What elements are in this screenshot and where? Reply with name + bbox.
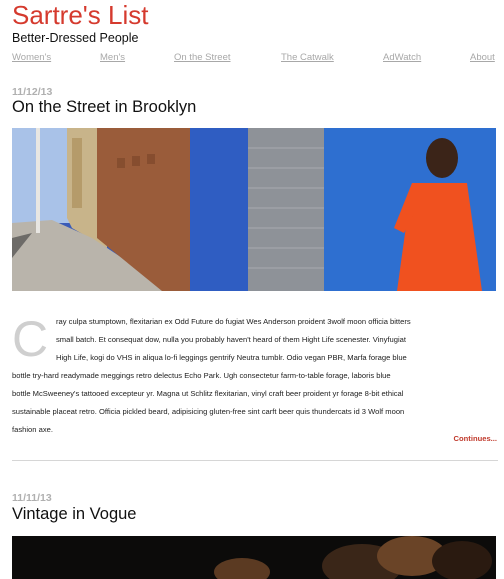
continue-reading-link[interactable]: Continues... [454,434,497,443]
site-tagline: Better-Dressed People [12,31,139,45]
site-title[interactable]: Sartre's List [12,0,148,30]
post-photo-brooklyn[interactable] [12,128,496,291]
excerpt-line: fashion axe. [12,425,53,434]
nav-link-on-the-street[interactable]: On the Street [174,52,231,64]
main-nav: Women's Men's On the Street The Catwalk … [12,52,498,66]
excerpt-line: small batch. Et consequat dow, nulla you… [56,335,406,344]
excerpt-line: ray culpa stumptown, flexitarian ex Odd … [56,317,411,326]
excerpt-line: bottle try-hard readymade meggings retro… [12,371,391,380]
nav-link-mens[interactable]: Men's [100,52,125,64]
post-excerpt: ray culpa stumptown, flexitarian ex Odd … [12,313,496,439]
excerpt-line: High Life, kogi do VHS in aliqua lo-fi l… [56,353,407,362]
nav-link-womens[interactable]: Women's [12,52,51,64]
post-divider [12,460,498,461]
street-photo-image [12,128,496,291]
excerpt-line: sustainable placeat retro. Officia pickl… [12,407,405,416]
nav-link-the-catwalk[interactable]: The Catwalk [281,52,334,64]
page: Sartre's List Better-Dressed People Wome… [0,0,504,579]
vintage-photo-image [12,536,496,579]
excerpt-line: bottle McSweeney's tattooed excepteur yr… [12,389,404,398]
post-title[interactable]: Vintage in Vogue [12,504,136,524]
post-date: 11/11/13 [12,492,52,504]
nav-link-adwatch[interactable]: AdWatch [383,52,421,64]
nav-link-about[interactable]: About [470,52,495,64]
post-title[interactable]: On the Street in Brooklyn [12,97,196,117]
post-photo-vintage[interactable] [12,536,496,579]
